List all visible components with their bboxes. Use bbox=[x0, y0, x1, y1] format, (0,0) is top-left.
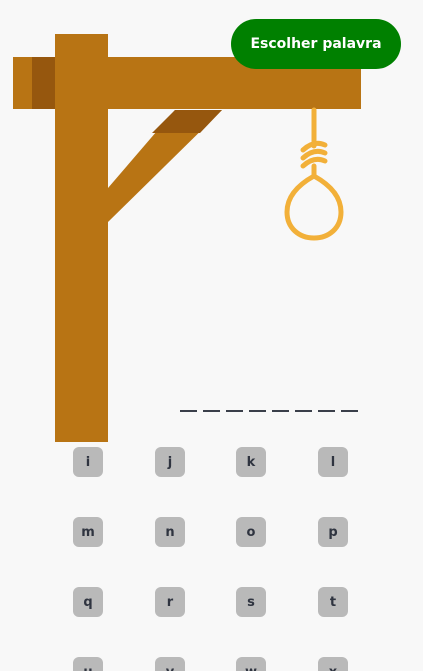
letter-key-p[interactable]: p bbox=[318, 517, 348, 547]
letter-key-t[interactable]: t bbox=[318, 587, 348, 617]
letter-key-q[interactable]: q bbox=[73, 587, 103, 617]
letter-key-m[interactable]: m bbox=[73, 517, 103, 547]
letter-key-r[interactable]: r bbox=[155, 587, 185, 617]
letter-keyboard: i j k l m n o p q r s t u v w x bbox=[0, 0, 423, 671]
letter-key-v[interactable]: v bbox=[155, 657, 185, 671]
letter-key-s[interactable]: s bbox=[236, 587, 266, 617]
letter-key-w[interactable]: w bbox=[236, 657, 266, 671]
letter-key-i[interactable]: i bbox=[73, 447, 103, 477]
letter-key-u[interactable]: u bbox=[73, 657, 103, 671]
letter-key-l[interactable]: l bbox=[318, 447, 348, 477]
letter-key-o[interactable]: o bbox=[236, 517, 266, 547]
letter-key-n[interactable]: n bbox=[155, 517, 185, 547]
hangman-game: Escolher palavra ijklmnopqrstuvwx bbox=[0, 0, 423, 671]
letter-key-j[interactable]: j bbox=[155, 447, 185, 477]
letter-key-x[interactable]: x bbox=[318, 657, 348, 671]
letter-key-k[interactable]: k bbox=[236, 447, 266, 477]
